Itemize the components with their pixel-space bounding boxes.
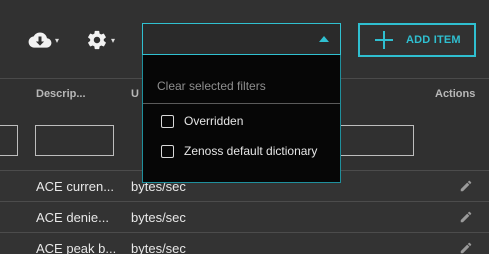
settings-menu[interactable]: ▾ bbox=[86, 27, 115, 53]
caret-up-icon bbox=[319, 36, 329, 42]
column-filter-input-name[interactable] bbox=[0, 125, 18, 156]
edit-icon[interactable] bbox=[459, 179, 473, 193]
chevron-down-icon: ▾ bbox=[55, 35, 60, 45]
column-filter-input-description[interactable] bbox=[35, 125, 114, 156]
clear-filters-option[interactable]: Clear selected filters bbox=[157, 79, 266, 93]
gear-icon bbox=[88, 30, 106, 50]
edit-icon[interactable] bbox=[459, 210, 473, 224]
checkbox[interactable] bbox=[161, 144, 174, 158]
cloud-download-menu[interactable]: ▾ bbox=[28, 27, 59, 53]
row-description: ACE curren... bbox=[36, 179, 115, 194]
column-header-units[interactable]: U bbox=[131, 88, 139, 100]
filter-option-label: Overridden bbox=[184, 114, 244, 128]
filter-option-overridden[interactable]: Overridden bbox=[161, 112, 243, 130]
column-header-description[interactable]: Descrip... bbox=[36, 88, 86, 100]
row-units: bytes/sec bbox=[131, 241, 186, 254]
table-row[interactable]: ACE denie... bytes/sec bbox=[0, 201, 489, 232]
column-header-actions: Actions bbox=[435, 88, 476, 100]
table-row[interactable]: ACE peak b... bytes/sec bbox=[0, 232, 489, 254]
add-item-button[interactable]: ADD ITEM bbox=[358, 23, 476, 57]
filter-dropdown-menu: Clear selected filters Overridden Zenoss… bbox=[142, 55, 341, 183]
row-description: ACE denie... bbox=[36, 210, 109, 225]
filter-select[interactable] bbox=[142, 23, 341, 55]
checkbox[interactable] bbox=[161, 114, 174, 128]
row-description: ACE peak b... bbox=[36, 241, 117, 254]
filter-option-zenoss-default[interactable]: Zenoss default dictionary bbox=[161, 142, 317, 160]
plus-icon bbox=[374, 30, 394, 50]
chevron-down-icon: ▾ bbox=[111, 35, 116, 45]
add-item-label: ADD ITEM bbox=[406, 34, 461, 46]
edit-icon[interactable] bbox=[459, 241, 473, 254]
divider bbox=[143, 103, 340, 104]
row-units: bytes/sec bbox=[131, 210, 186, 225]
filter-option-label: Zenoss default dictionary bbox=[184, 144, 318, 158]
cloud-download-icon bbox=[28, 32, 52, 48]
